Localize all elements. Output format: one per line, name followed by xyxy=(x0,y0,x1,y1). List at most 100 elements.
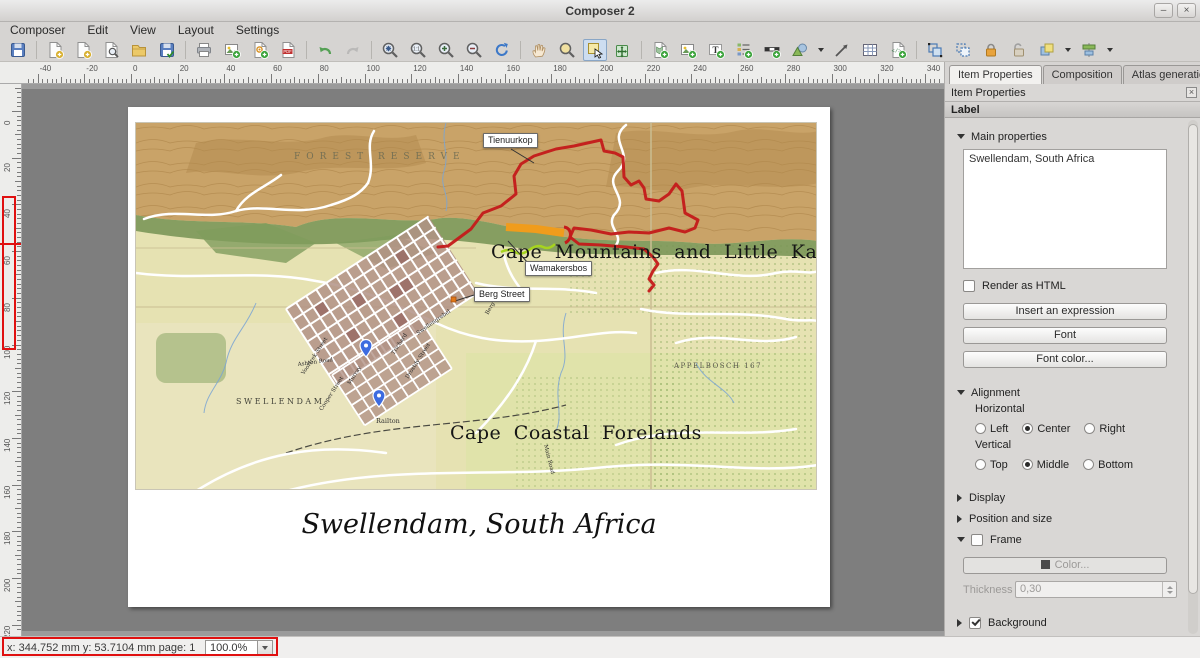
ruler-tick xyxy=(84,74,85,83)
print-button[interactable] xyxy=(192,39,216,61)
position-size-section[interactable]: Position and size xyxy=(957,508,1187,529)
radio-top[interactable] xyxy=(975,459,986,470)
composer-canvas[interactable]: FOREST RESERVE SWELLENDAM APPELBOSCH 167… xyxy=(22,84,944,636)
render-as-html-checkbox[interactable] xyxy=(963,280,975,292)
zoom-in-button[interactable] xyxy=(434,39,458,61)
ruler-label: 280 xyxy=(787,64,800,73)
load-from-template-button[interactable] xyxy=(127,39,151,61)
zoom-out-button[interactable] xyxy=(462,39,486,61)
add-new-legend-button[interactable] xyxy=(732,39,756,61)
callout-berg-street[interactable]: Berg Street xyxy=(474,287,530,302)
add-html-frame-button[interactable]: </> xyxy=(886,39,910,61)
close-button[interactable]: × xyxy=(1177,3,1196,18)
ruler-tick xyxy=(17,541,21,542)
menu-item-composer[interactable]: Composer xyxy=(10,23,65,37)
ruler-tick xyxy=(402,79,403,83)
add-new-label-button[interactable]: T xyxy=(704,39,728,61)
dropdown-arrow-icon[interactable] xyxy=(1107,48,1113,52)
tab-item-properties[interactable]: Item Properties xyxy=(949,65,1042,84)
spinner-arrows-icon[interactable] xyxy=(1162,582,1176,597)
insert-expression-button[interactable]: Insert an expression xyxy=(963,303,1167,320)
align-items-button[interactable] xyxy=(1077,39,1101,61)
radio-middle[interactable] xyxy=(1022,459,1033,470)
group-items-button[interactable] xyxy=(923,39,947,61)
tab-composition[interactable]: Composition xyxy=(1043,65,1122,84)
redo-button[interactable] xyxy=(341,39,365,61)
radio-left[interactable] xyxy=(975,423,986,434)
radio-right[interactable] xyxy=(1084,423,1095,434)
select-move-item-button[interactable] xyxy=(583,39,607,61)
dropdown-arrow-icon[interactable] xyxy=(1065,48,1071,52)
new-composer-button[interactable] xyxy=(43,39,67,61)
ruler-tick xyxy=(565,79,566,83)
unlock-all-items-button[interactable] xyxy=(1007,39,1031,61)
toolbar-separator xyxy=(916,41,917,59)
menu-item-settings[interactable]: Settings xyxy=(236,23,279,37)
radio-bottom[interactable] xyxy=(1083,459,1094,470)
ruler-tick xyxy=(17,125,21,126)
export-as-pdf-button[interactable]: PDF xyxy=(276,39,300,61)
add-attribute-table-button[interactable] xyxy=(858,39,882,61)
ruler-tick xyxy=(206,79,207,83)
add-new-map-button[interactable] xyxy=(648,39,672,61)
save-project-button[interactable] xyxy=(6,39,30,61)
map-item[interactable]: FOREST RESERVE SWELLENDAM APPELBOSCH 167… xyxy=(135,122,817,490)
ruler-tick xyxy=(906,79,907,83)
save-as-template-icon xyxy=(158,41,176,59)
composition-page[interactable]: FOREST RESERVE SWELLENDAM APPELBOSCH 167… xyxy=(128,107,830,607)
label-text-input[interactable]: Swellendam, South Africa xyxy=(963,149,1167,269)
font-color-button[interactable]: Font color... xyxy=(963,351,1167,368)
callout-tienuurkop[interactable]: Tienuurkop xyxy=(483,133,538,148)
add-image-button[interactable] xyxy=(676,39,700,61)
add-new-scalebar-button[interactable] xyxy=(760,39,784,61)
add-arrow-button[interactable] xyxy=(830,39,854,61)
lock-items-button[interactable] xyxy=(979,39,1003,61)
composer-manager-button[interactable] xyxy=(99,39,123,61)
export-as-svg-button[interactable] xyxy=(248,39,272,61)
forest-patch xyxy=(156,333,226,383)
frame-section[interactable]: Frame xyxy=(957,529,1187,550)
raise-items-button[interactable] xyxy=(1035,39,1059,61)
zoom-actual-button[interactable]: 1:1 xyxy=(406,39,430,61)
save-as-template-button[interactable] xyxy=(155,39,179,61)
horizontal-alignment-radios: Left Center Right xyxy=(975,420,1187,437)
panel-scrollbar[interactable] xyxy=(1188,120,1198,634)
duplicate-composer-button[interactable] xyxy=(71,39,95,61)
frame-color-button[interactable]: Color... xyxy=(963,557,1167,574)
font-button[interactable]: Font xyxy=(963,327,1167,344)
refresh-view-button[interactable] xyxy=(490,39,514,61)
export-as-image-button[interactable] xyxy=(220,39,244,61)
menu-item-layout[interactable]: Layout xyxy=(178,23,214,37)
dropdown-arrow-icon[interactable] xyxy=(818,48,824,52)
minimize-button[interactable]: – xyxy=(1154,3,1173,18)
display-section[interactable]: Display xyxy=(957,487,1187,508)
ruler-tick xyxy=(17,349,21,350)
tab-atlas-generation[interactable]: Atlas generation xyxy=(1123,65,1200,84)
render-as-html-row[interactable]: Render as HTML xyxy=(963,278,1187,293)
ruler-tick xyxy=(701,79,702,83)
add-basic-shape-button[interactable] xyxy=(788,39,812,61)
dock-close-icon[interactable]: × xyxy=(1186,87,1197,98)
alignment-header[interactable]: Alignment xyxy=(957,382,1187,403)
undo-button[interactable] xyxy=(313,39,337,61)
ruler-tick xyxy=(388,77,389,83)
ruler-tick xyxy=(710,79,711,83)
radio-center[interactable] xyxy=(1022,423,1033,434)
zoom-full-button[interactable] xyxy=(378,39,402,61)
pan-tool-button[interactable] xyxy=(527,39,551,61)
ruler-tick xyxy=(17,144,21,145)
callout-wamakersbos[interactable]: Wamakersbos xyxy=(525,261,592,276)
background-checkbox[interactable] xyxy=(969,617,981,629)
move-item-content-button[interactable] xyxy=(611,39,635,61)
zoom-tool-button[interactable] xyxy=(555,39,579,61)
scrollbar-thumb[interactable] xyxy=(1188,124,1198,594)
menu-item-view[interactable]: View xyxy=(130,23,156,37)
thickness-spinbox[interactable]: 0,30 xyxy=(1015,581,1177,598)
frame-checkbox[interactable] xyxy=(971,534,983,546)
ruler-label: 120 xyxy=(3,392,12,405)
main-properties-header[interactable]: Main properties xyxy=(957,126,1187,147)
menu-item-edit[interactable]: Edit xyxy=(87,23,108,37)
background-section[interactable]: Background xyxy=(957,612,1187,633)
label-item-title[interactable]: Swellendam, South Africa xyxy=(128,509,830,540)
ungroup-items-button[interactable] xyxy=(951,39,975,61)
